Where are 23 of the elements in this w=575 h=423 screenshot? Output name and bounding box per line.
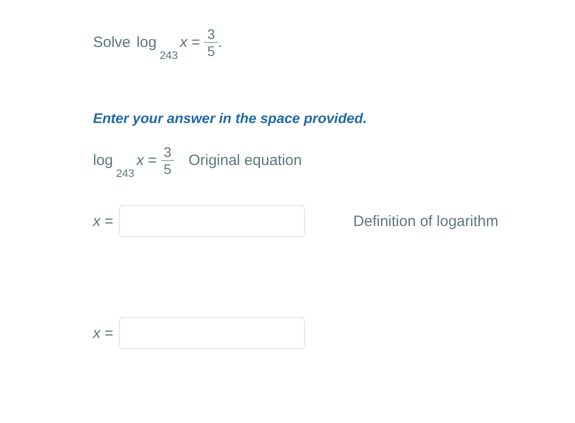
instruction-text: Enter your answer in the space provided. (93, 110, 368, 126)
variable: x (93, 212, 100, 230)
period: . (218, 34, 222, 50)
denominator: 5 (162, 160, 172, 176)
equals-sign: = (148, 152, 157, 168)
equals-sign: = (191, 34, 200, 50)
denominator: 5 (206, 42, 216, 58)
variable: x (180, 34, 188, 50)
log-function: log (93, 152, 114, 168)
problem-verb: Solve (93, 34, 131, 50)
log-function: log (136, 34, 157, 50)
answer-field[interactable] (119, 317, 306, 349)
numerator: 3 (206, 26, 216, 42)
equals-sign: = (104, 324, 114, 342)
answer-field[interactable] (119, 205, 306, 237)
reason-text: Original equation (188, 152, 302, 168)
equals-sign: = (104, 212, 114, 230)
numerator: 3 (162, 144, 172, 160)
reason-text: Definition of logarithm (353, 212, 498, 230)
log-base: 243 (116, 168, 134, 180)
variable: x (136, 152, 144, 168)
variable: x (93, 324, 100, 342)
log-base: 243 (160, 50, 178, 62)
